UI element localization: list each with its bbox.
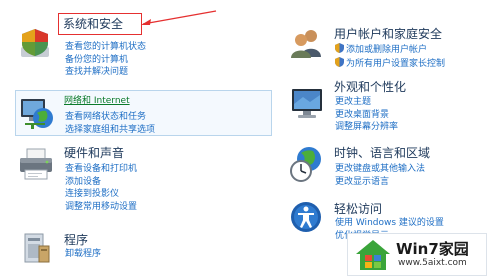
clock-region-links: 更改键盘或其他输入法 更改显示语言: [335, 163, 425, 188]
view-network-status-link[interactable]: 查看网络状态和任务: [65, 111, 155, 124]
uninstall-program-link[interactable]: 卸载程序: [65, 248, 101, 261]
parental-controls-label: 为所有用户设置家长控制: [346, 58, 446, 69]
network-globe-icon: [21, 99, 53, 129]
hardware-sound-title[interactable]: 硬件和声音: [64, 146, 124, 161]
watermark: Win7家园 www.5aixt.com: [347, 233, 487, 276]
add-remove-accounts-label: 添加或删除用户帐户: [346, 45, 428, 55]
change-background-link[interactable]: 更改桌面背景: [335, 109, 398, 122]
appearance-title[interactable]: 外观和个性化: [334, 80, 406, 95]
add-remove-accounts-link[interactable]: 添加或删除用户帐户: [335, 43, 445, 57]
category-appearance: 外观和个性化: [334, 80, 406, 95]
users-icon: [291, 30, 321, 58]
shield-icon: [21, 29, 49, 57]
view-computer-status-link[interactable]: 查看您的计算机状态: [65, 41, 146, 54]
appearance-monitor-icon: [292, 89, 322, 118]
printer-icon: [20, 148, 52, 180]
watermark-title: Win7家园: [396, 240, 469, 258]
annotation-arrow: [141, 10, 217, 25]
parental-controls-link[interactable]: 为所有用户设置家长控制: [335, 56, 446, 71]
clock-region-title[interactable]: 时钟、语言和区域: [334, 146, 430, 161]
system-security-title[interactable]: 系统和安全: [63, 17, 123, 32]
hardware-links: 查看设备和打印机 添加设备 连接到投影仪 调整常用移动设置: [65, 163, 137, 213]
add-device-link[interactable]: 添加设备: [65, 176, 137, 189]
category-ease-of-access: 轻松访问: [334, 202, 382, 217]
appearance-links: 更改主题 更改桌面背景 调整屏幕分辨率: [335, 96, 398, 134]
category-hardware-sound: 硬件和声音: [64, 146, 124, 161]
user-accounts-links: 添加或删除用户帐户 为所有用户设置家长控制: [335, 43, 445, 70]
programs-title[interactable]: 程序: [64, 233, 88, 248]
adjust-resolution-link[interactable]: 调整屏幕分辨率: [335, 121, 398, 134]
category-network: 网络和 Internet: [64, 95, 130, 108]
programs-icon: [24, 233, 50, 263]
ease-of-access-title[interactable]: 轻松访问: [334, 202, 382, 217]
homegroup-sharing-link[interactable]: 选择家庭组和共享选项: [65, 124, 155, 137]
category-system-security: 系统和安全: [63, 17, 123, 32]
win7-house-logo: [356, 240, 390, 270]
watermark-url: www.5aixt.com: [398, 258, 467, 268]
change-display-language-link[interactable]: 更改显示语言: [335, 176, 425, 189]
category-clock-region: 时钟、语言和区域: [334, 146, 430, 161]
uac-shield-icon: [335, 43, 344, 53]
clock-globe-icon: [290, 147, 321, 182]
mobility-settings-link[interactable]: 调整常用移动设置: [65, 201, 137, 214]
ease-of-access-icon: [291, 202, 321, 232]
uac-shield-icon: [335, 56, 344, 67]
network-links: 查看网络状态和任务 选择家庭组和共享选项: [65, 111, 155, 136]
troubleshoot-link[interactable]: 查找并解决问题: [65, 66, 146, 79]
category-user-accounts: 用户帐户和家庭安全: [334, 27, 442, 42]
category-programs: 程序: [64, 233, 88, 248]
programs-links: 卸载程序: [65, 248, 101, 261]
backup-computer-link[interactable]: 备份您的计算机: [65, 54, 146, 67]
connect-projector-link[interactable]: 连接到投影仪: [65, 188, 137, 201]
change-theme-link[interactable]: 更改主题: [335, 96, 398, 109]
recommended-settings-link[interactable]: 使用 Windows 建议的设置: [335, 217, 444, 230]
network-internet-title[interactable]: 网络和 Internet: [64, 95, 130, 108]
devices-printers-link[interactable]: 查看设备和打印机: [65, 163, 137, 176]
change-input-method-link[interactable]: 更改键盘或其他输入法: [335, 163, 425, 176]
user-accounts-title[interactable]: 用户帐户和家庭安全: [334, 27, 442, 42]
system-security-links: 查看您的计算机状态 备份您的计算机 查找并解决问题: [65, 41, 146, 79]
